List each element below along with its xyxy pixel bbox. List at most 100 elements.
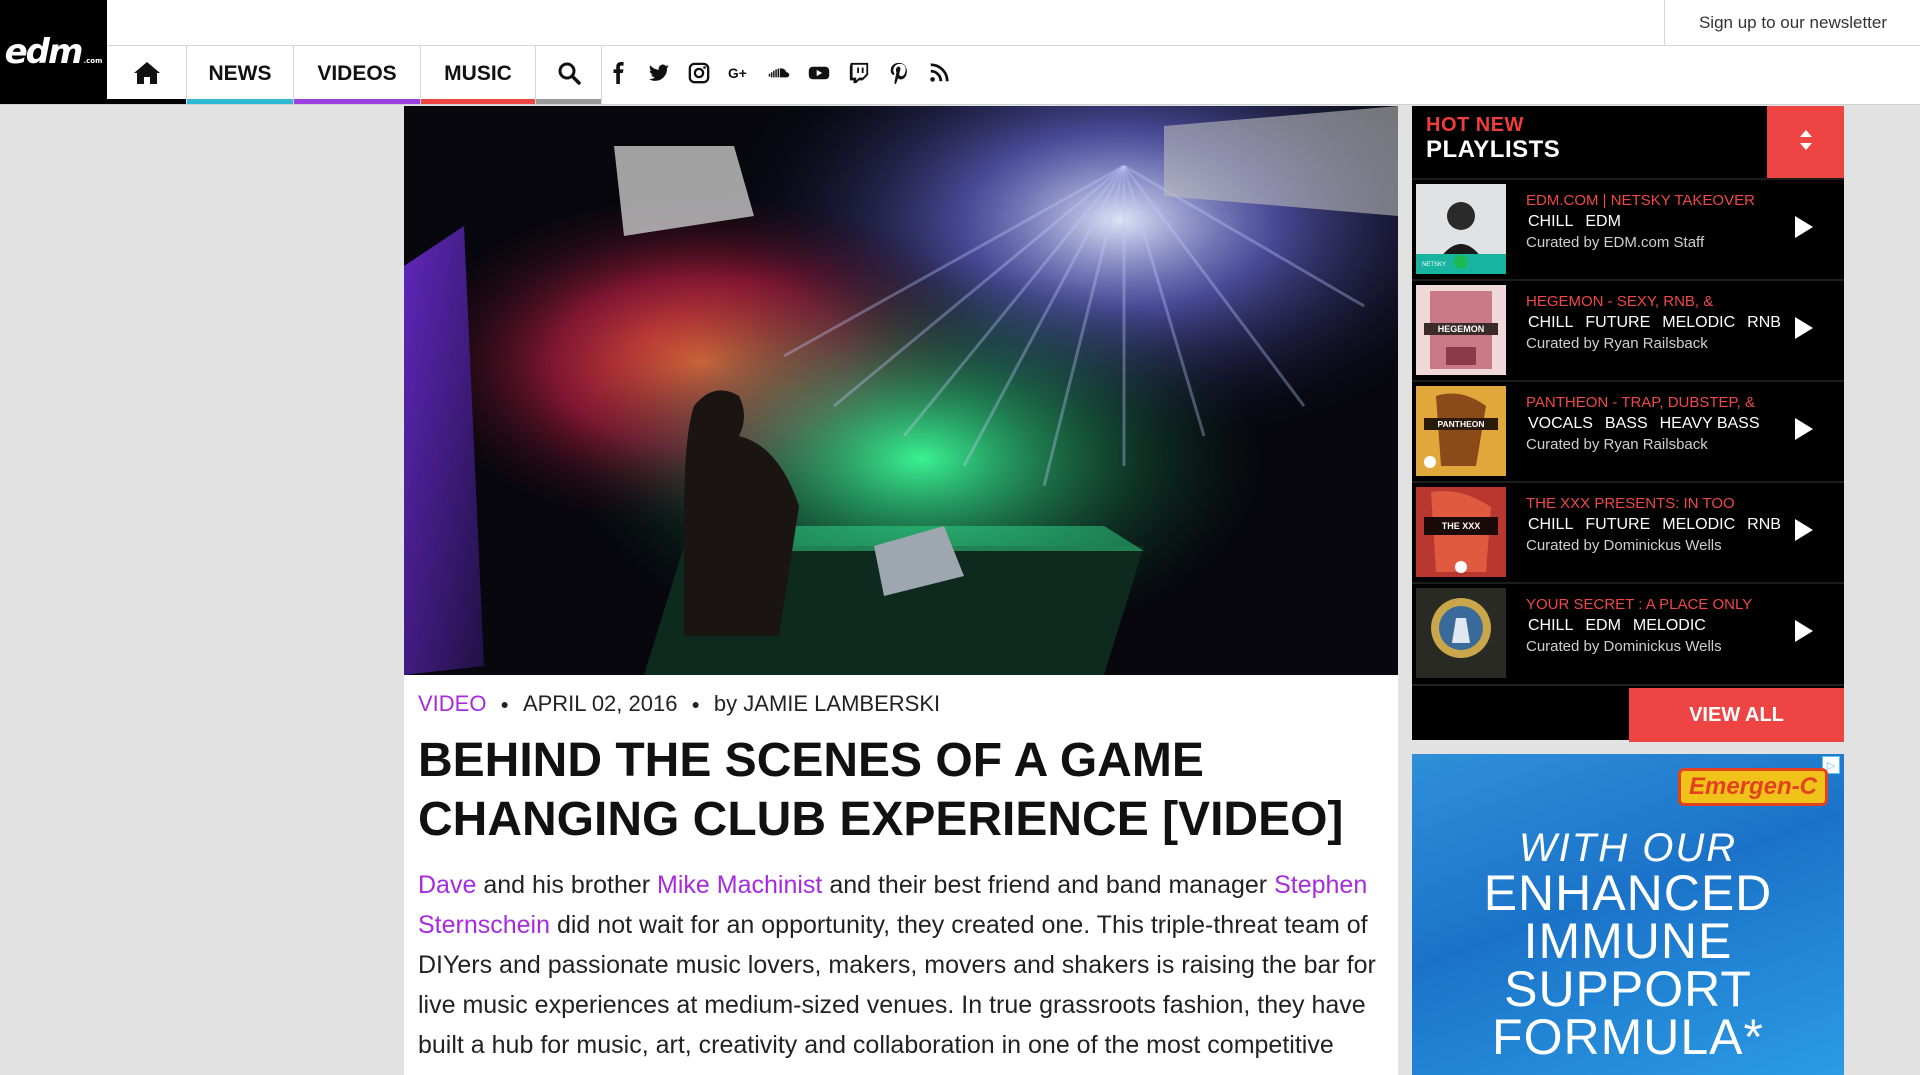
playlist-tags: CHILL FUTURE MELODIC RNB [1526,314,1783,332]
link-dave[interactable]: Dave [418,871,476,899]
playlist-thumbnail: HEGEMON [1416,285,1506,375]
thumb-label: PANTHEON [1437,419,1484,429]
playlist-tag[interactable]: CHILL [1526,516,1575,534]
playlist-tag[interactable]: EDM [1583,617,1623,635]
playlist-item[interactable]: THE XXX THE XXX PRESENTS: IN TOO CHILL F… [1412,481,1844,581]
play-icon[interactable] [1795,519,1813,541]
youtube-icon[interactable] [804,58,834,88]
body-text: and their best friend and band manager [822,871,1275,899]
article: VIDEO ● APRIL 02, 2016 ● by JAMIE LAMBER… [404,675,1398,1075]
social-links: G+ [604,46,954,99]
playlist-tag[interactable]: MELODIC [1660,314,1737,332]
playlists-toggle-button[interactable] [1767,106,1844,178]
meta-separator: ● [691,696,700,712]
playlist-tags: CHILL FUTURE MELODIC RNB [1526,516,1783,534]
playlist-tag[interactable]: FUTURE [1583,314,1652,332]
playlist-item[interactable]: NETSKY EDM.COM | NETSKY TAKEOVER CHILL E… [1412,178,1844,278]
play-icon[interactable] [1795,620,1813,642]
link-mike-machinist[interactable]: Mike Machinist [657,871,822,899]
soundcloud-icon[interactable] [764,58,794,88]
playlist-item[interactable]: PANTHEON PANTHEON - TRAP, DUBSTEP, & VOC… [1412,380,1844,480]
hero-image[interactable] [404,106,1398,675]
logo-text: edm [4,32,84,72]
playlist-tags: VOCALS BASS HEAVY BASS [1526,415,1762,433]
playlists-title: PLAYLISTS [1426,136,1561,163]
playlist-item[interactable]: YOUR SECRET : A PLACE ONLY CHILL EDM MEL… [1412,582,1844,682]
playlist-tag[interactable]: MELODIC [1631,617,1708,635]
playlist-thumbnail: THE XXX [1416,487,1506,577]
playlist-thumbnail: NETSKY [1416,184,1506,274]
playlist-thumbnail [1416,588,1506,678]
playlist-tag[interactable]: CHILL [1526,314,1575,332]
playlist-tag[interactable]: BASS [1603,415,1650,433]
logo-suffix: .com [83,57,103,65]
newsletter-box: Sign up to our newsletter [1664,0,1920,45]
meta-separator: ● [500,696,509,712]
playlist-name: YOUR SECRET : A PLACE ONLY [1526,596,1753,613]
article-date: APRIL 02, 2016 [522,691,678,716]
newsletter-link[interactable]: Sign up to our newsletter [1699,13,1887,33]
site-logo[interactable]: edm .com [0,0,107,104]
pinterest-icon[interactable] [884,58,914,88]
body-text: and his brother [476,871,658,899]
search-icon [557,61,581,90]
twitch-icon[interactable] [844,58,874,88]
article-body: Dave and his brother Mike Machinist and … [418,865,1378,1065]
play-icon[interactable] [1795,317,1813,339]
nav-music-bar [421,99,535,104]
nav-search-bar [536,99,601,104]
playlist-name: EDM.COM | NETSKY TAKEOVER [1526,192,1755,209]
playlist-thumbnail: PANTHEON [1416,386,1506,476]
playlist-name: THE XXX PRESENTS: IN TOO [1526,495,1735,512]
article-category[interactable]: VIDEO [418,691,486,717]
nav-home-bar [107,99,186,104]
play-icon[interactable] [1795,418,1813,440]
playlist-tag[interactable]: CHILL [1526,213,1575,231]
ad-brand-logo: Emergen-C [1677,768,1828,806]
playlist-name: HEGEMON - SEXY, RNB, & [1526,293,1714,310]
nav-music-label: MUSIC [444,62,512,85]
playlist-tag[interactable]: RNB [1745,314,1783,332]
google-plus-icon[interactable]: G+ [724,58,754,88]
facebook-icon[interactable] [604,58,634,88]
nav-search[interactable] [536,46,602,104]
nav-videos-label: VIDEOS [317,62,397,85]
rss-icon[interactable] [924,58,954,88]
playlist-tag[interactable]: CHILL [1526,617,1575,635]
play-icon[interactable] [1795,216,1813,238]
nav-home[interactable] [107,46,187,104]
playlist-item[interactable]: HEGEMON HEGEMON - SEXY, RNB, & CHILL FUT… [1412,279,1844,379]
playlists-hot-label: HOT NEW [1426,114,1524,136]
playlist-curator: Curated by Ryan Railsback [1526,436,1708,453]
sort-arrows-icon [1798,128,1814,157]
playlist-tag[interactable]: FUTURE [1583,516,1652,534]
nav-videos[interactable]: VIDEOS [294,46,421,104]
view-all-button[interactable]: VIEW ALL [1629,688,1844,742]
thumb-label: NETSKY [1422,262,1446,268]
home-icon [133,61,161,90]
playlist-tag[interactable]: VOCALS [1526,415,1595,433]
thumb-label: HEGEMON [1438,324,1485,334]
article-title: BEHIND THE SCENES OF A GAME CHANGING CLU… [418,734,1344,846]
nav-news-label: NEWS [208,62,272,85]
playlist-tag[interactable]: MELODIC [1660,516,1737,534]
instagram-icon[interactable] [684,58,714,88]
twitter-icon[interactable] [644,58,674,88]
playlist-curator: Curated by Ryan Railsback [1526,335,1708,352]
article-meta: VIDEO ● APRIL 02, 2016 ● by JAMIE LAMBER… [418,691,940,717]
nav-music[interactable]: MUSIC [421,46,536,104]
body-text: did not wait for an opportunity, they cr… [418,911,1376,1059]
playlist-tags: CHILL EDM [1526,213,1623,231]
advertisement[interactable]: ▷ Emergen-C WITH OUR ENHANCED IMMUNE SUP… [1412,754,1844,1075]
playlist-tag[interactable]: HEAVY BASS [1658,415,1762,433]
playlist-tag[interactable]: EDM [1583,213,1623,231]
site-header: edm .com Sign up to our newsletter NEWS V… [0,0,1920,105]
nav-news[interactable]: NEWS [187,46,294,104]
playlist-tags: CHILL EDM MELODIC [1526,617,1708,635]
playlist-tag[interactable]: RNB [1745,516,1783,534]
main-nav: NEWS VIDEOS MUSIC [107,46,602,104]
ad-headline-line: FORMULA* [1492,1009,1764,1065]
playlists-header: HOT NEW PLAYLISTS [1412,106,1844,178]
hot-playlists-widget: HOT NEW PLAYLISTS NETSKY EDM.COM | NETSK… [1412,106,1844,742]
nav-videos-bar [294,99,420,104]
